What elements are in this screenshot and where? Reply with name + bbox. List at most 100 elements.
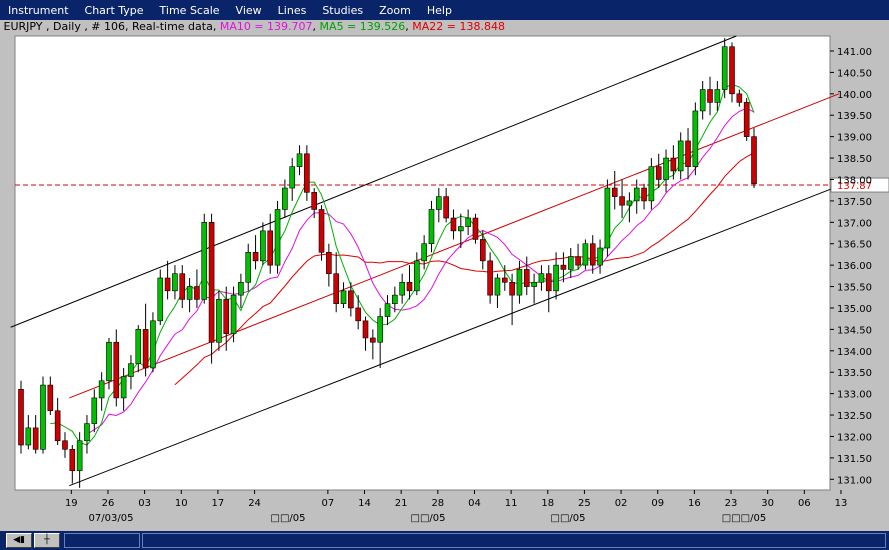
y-tick-label: 132.50: [837, 411, 872, 422]
candle-body: [208, 222, 215, 343]
x-tick-label: 16: [688, 498, 701, 509]
candle: [18, 380, 24, 454]
y-tick-label: 134.50: [837, 325, 872, 336]
candle-body: [274, 209, 281, 266]
candle-body: [318, 209, 325, 253]
candle-body: [619, 196, 625, 206]
candle-body: [421, 243, 427, 262]
candle-body: [304, 153, 310, 193]
candle-body: [611, 187, 618, 197]
candle-body: [604, 187, 611, 249]
candle: [472, 213, 479, 244]
candle-body: [113, 341, 120, 399]
x-tick-label: 19: [65, 498, 78, 509]
candle-body: [685, 140, 691, 167]
candle-body: [179, 273, 186, 300]
scroll-left-button[interactable]: ◀▮: [6, 533, 32, 548]
candle-body: [18, 389, 24, 446]
candle: [208, 213, 215, 364]
candle-body: [560, 264, 567, 270]
candle: [582, 239, 589, 270]
candle-body: [384, 303, 391, 317]
x-tick-label: 25: [578, 498, 591, 509]
menu-view[interactable]: View: [228, 4, 270, 17]
status-panel-2: [142, 533, 886, 548]
legend-ma5: MA5 = 139.526: [319, 20, 406, 33]
candle-body: [670, 157, 677, 172]
candle-body: [567, 256, 574, 270]
candle-body: [428, 209, 435, 245]
candle-body: [245, 251, 252, 283]
x-tick-label: 14: [358, 498, 371, 509]
candle: [604, 179, 611, 257]
x-date-label: □□/05: [271, 513, 306, 524]
status-bar: ◀▮ ┼: [0, 531, 889, 550]
y-tick-label: 135.00: [837, 304, 872, 315]
menu-studies[interactable]: Studies: [314, 4, 371, 17]
candle-body: [296, 153, 303, 167]
price-chart[interactable]: 137.87 131.00131.50132.00132.50133.00133…: [0, 34, 889, 531]
candle-body: [326, 251, 332, 275]
y-tick-label: 133.00: [837, 390, 872, 401]
y-tick-label: 134.00: [837, 347, 872, 358]
candle-body: [106, 341, 112, 382]
candle-body: [729, 46, 735, 95]
candle-body: [743, 102, 750, 137]
candle-body: [76, 440, 83, 472]
menu-time-scale[interactable]: Time Scale: [152, 4, 228, 17]
candle-body: [150, 320, 156, 369]
x-tick-label: 18: [541, 498, 554, 509]
menu-help[interactable]: Help: [419, 4, 460, 17]
candle-body: [230, 294, 237, 334]
candle-body: [457, 226, 464, 232]
candle-body: [238, 281, 244, 296]
x-date-label: □□/05: [411, 513, 446, 524]
candle: [743, 98, 750, 141]
legend-ma22: MA22 = 138.848: [412, 20, 505, 33]
x-tick-label: 28: [431, 498, 444, 509]
candle-body: [216, 299, 222, 343]
candle: [201, 213, 208, 304]
candle-body: [479, 239, 486, 262]
candle-body: [47, 384, 54, 412]
candle-body: [663, 157, 669, 180]
y-tick-label: 131.00: [837, 475, 872, 486]
menu-lines[interactable]: Lines: [270, 4, 315, 17]
x-tick-label: 07: [322, 498, 335, 509]
y-tick-label: 136.50: [837, 240, 872, 251]
crosshair-button[interactable]: ┼: [34, 533, 60, 548]
y-tick-label: 133.50: [837, 368, 872, 379]
x-date-label: □□□/05: [722, 513, 766, 524]
y-tick-label: 137.50: [837, 197, 872, 208]
candle-body: [91, 397, 98, 424]
candle-body: [282, 187, 288, 210]
candle-body: [267, 230, 274, 266]
y-tick-label: 135.50: [837, 283, 872, 294]
candle-body: [348, 290, 354, 309]
candle: [729, 42, 735, 103]
candle-body: [582, 243, 589, 266]
candle-body: [340, 290, 347, 304]
x-tick-label: 06: [798, 498, 811, 509]
menu-zoom[interactable]: Zoom: [371, 4, 419, 17]
candle-body: [32, 427, 39, 450]
candle: [216, 290, 222, 351]
y-tick-label: 132.00: [837, 432, 872, 443]
x-tick-label: 23: [725, 498, 738, 509]
candle-body: [648, 166, 655, 202]
candle: [157, 269, 164, 326]
x-tick-label: 11: [505, 498, 518, 509]
candle-body: [553, 264, 559, 292]
x-tick-label: 13: [835, 498, 848, 509]
candle-body: [260, 230, 266, 262]
candle: [304, 145, 310, 201]
candle-body: [355, 307, 361, 322]
menu-instrument[interactable]: Instrument: [0, 4, 77, 17]
candle-body: [465, 217, 471, 227]
candle-body: [626, 200, 633, 206]
candle-body: [84, 423, 90, 442]
x-tick-label: 24: [248, 498, 261, 509]
menu-chart-type[interactable]: Chart Type: [77, 4, 152, 17]
x-tick-label: 10: [175, 498, 188, 509]
menu-bar: Instrument Chart Type Time Scale View Li…: [0, 0, 889, 20]
